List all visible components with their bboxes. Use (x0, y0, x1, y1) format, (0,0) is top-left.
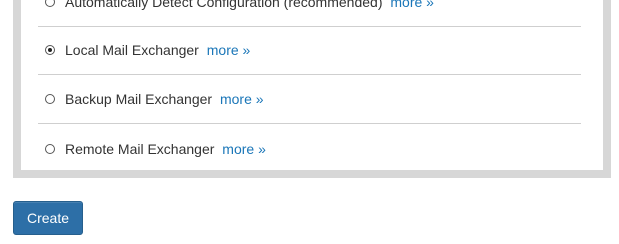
local-mail-exchanger-radio[interactable] (45, 45, 55, 55)
remote-mail-exchanger-label: Remote Mail Exchanger (65, 141, 215, 157)
remote-mail-exchanger-option[interactable]: Remote Mail Exchanger more » (45, 138, 266, 160)
local-mail-exchanger-label: Local Mail Exchanger (65, 42, 199, 58)
remote-mail-exchanger-more-link[interactable]: more » (222, 141, 266, 157)
backup-mail-exchanger-more-link[interactable]: more » (220, 91, 264, 107)
mail-exchanger-page: Automatically Detect Configuration (reco… (0, 0, 619, 244)
backup-mail-exchanger-radio[interactable] (45, 94, 55, 104)
auto-detect-option[interactable]: Automatically Detect Configuration (reco… (45, 0, 434, 13)
local-mail-exchanger-option[interactable]: Local Mail Exchanger more » (45, 39, 250, 61)
mail-exchanger-panel: Automatically Detect Configuration (reco… (13, 0, 611, 178)
auto-detect-radio[interactable] (45, 0, 55, 7)
create-button[interactable]: Create (13, 201, 83, 235)
option-divider (38, 26, 581, 27)
local-mail-exchanger-more-link[interactable]: more » (207, 42, 251, 58)
backup-mail-exchanger-option[interactable]: Backup Mail Exchanger more » (45, 88, 264, 110)
option-divider (38, 74, 581, 75)
auto-detect-label: Automatically Detect Configuration (reco… (65, 0, 383, 10)
option-divider (38, 123, 581, 124)
auto-detect-more-link[interactable]: more » (390, 0, 434, 10)
mail-exchanger-options-list: Automatically Detect Configuration (reco… (21, 0, 603, 170)
remote-mail-exchanger-radio[interactable] (45, 144, 55, 154)
backup-mail-exchanger-label: Backup Mail Exchanger (65, 91, 213, 107)
